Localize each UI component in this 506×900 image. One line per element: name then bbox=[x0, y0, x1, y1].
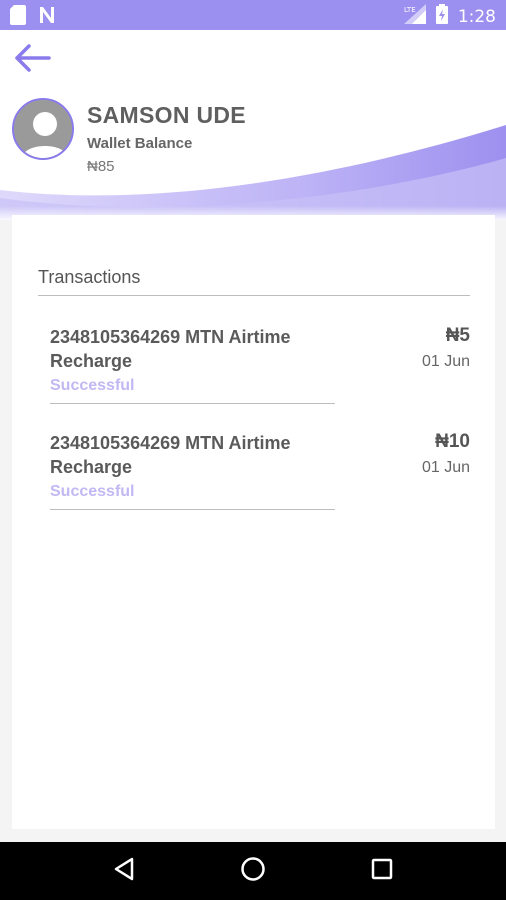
transaction-item[interactable]: 2348105364269 MTN Airtime Recharge Succe… bbox=[50, 325, 470, 415]
transactions-card: Transactions 2348105364269 MTN Airtime R… bbox=[12, 215, 495, 829]
wallet-balance-label: Wallet Balance bbox=[87, 135, 193, 152]
status-bar: LTE 1:28 bbox=[0, 0, 506, 30]
transaction-divider bbox=[50, 509, 335, 510]
clock-time: 1:28 bbox=[457, 6, 496, 27]
nav-recents-button[interactable] bbox=[362, 851, 402, 891]
transaction-item[interactable]: 2348105364269 MTN Airtime Recharge Succe… bbox=[50, 431, 470, 521]
notification-n-icon bbox=[38, 6, 56, 29]
transaction-amount: ₦5 bbox=[445, 325, 470, 346]
battery-icon bbox=[435, 4, 448, 29]
transaction-date: 01 Jun bbox=[421, 459, 470, 476]
arrow-left-icon bbox=[13, 43, 51, 78]
back-button[interactable] bbox=[10, 40, 54, 80]
avatar bbox=[12, 98, 74, 160]
transaction-status: Successful bbox=[50, 377, 135, 394]
transaction-date: 01 Jun bbox=[421, 353, 470, 370]
header-wave-decoration bbox=[0, 125, 506, 220]
wallet-balance-value: ₦85 bbox=[87, 158, 115, 175]
user-name: SAMSON UDE bbox=[87, 102, 246, 128]
transaction-status: Successful bbox=[50, 483, 135, 500]
transaction-amount: ₦10 bbox=[435, 431, 470, 452]
signal-lte-icon: LTE bbox=[403, 4, 426, 29]
system-nav-bar bbox=[0, 842, 506, 900]
sd-card-icon bbox=[10, 5, 26, 30]
transaction-description: 2348105364269 MTN Airtime Recharge bbox=[50, 327, 291, 371]
title-divider bbox=[38, 295, 470, 296]
profile-header: SAMSON UDE Wallet Balance ₦85 bbox=[0, 30, 506, 220]
transactions-title: Transactions bbox=[38, 267, 141, 287]
square-recents-icon bbox=[371, 858, 393, 885]
triangle-back-icon bbox=[113, 857, 135, 886]
svg-text:LTE: LTE bbox=[404, 6, 416, 14]
nav-home-button[interactable] bbox=[233, 851, 273, 891]
circle-home-icon bbox=[240, 856, 266, 887]
transaction-description: 2348105364269 MTN Airtime Recharge bbox=[50, 433, 291, 477]
nav-back-button[interactable] bbox=[104, 851, 144, 891]
transaction-divider bbox=[50, 403, 335, 404]
